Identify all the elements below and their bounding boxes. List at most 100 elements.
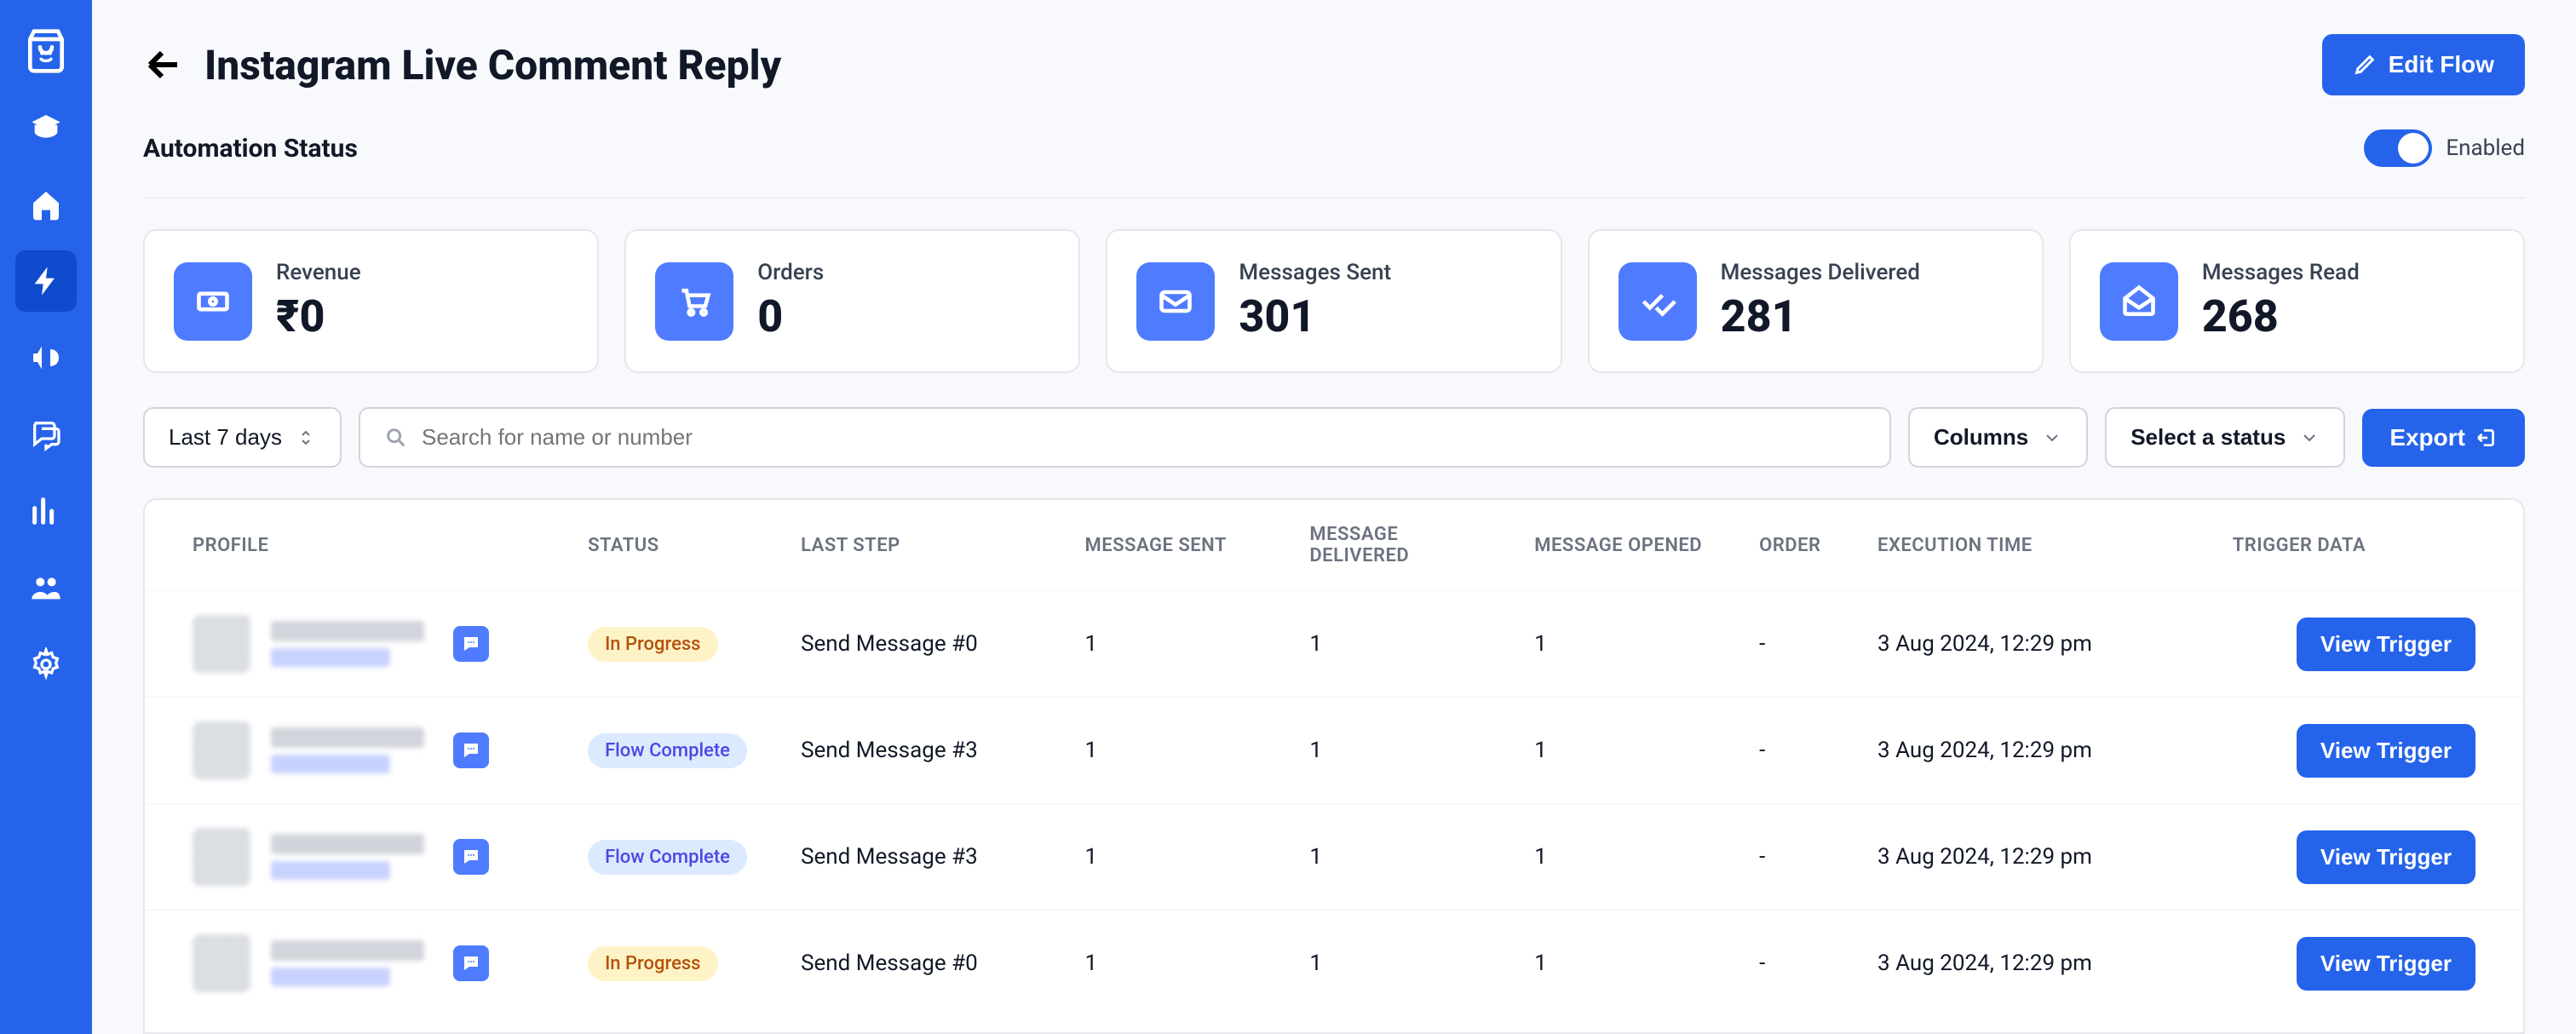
col-header-message-opened: Message Opened bbox=[1517, 500, 1742, 591]
stat-card-revenue: Revenue ₹0 bbox=[143, 229, 599, 373]
columns-selector[interactable]: Columns bbox=[1908, 407, 2088, 468]
execution-table: PROFILE STATUS Last Step Message Sent Me… bbox=[143, 498, 2525, 1034]
message-opened-value: 1 bbox=[1517, 698, 1742, 804]
view-trigger-button[interactable]: View Trigger bbox=[2297, 937, 2475, 991]
sidebar-item-education[interactable] bbox=[15, 97, 77, 158]
double-check-icon bbox=[1619, 262, 1697, 341]
status-badge: Flow Complete bbox=[588, 840, 747, 875]
col-header-last-step: Last Step bbox=[784, 500, 1067, 591]
edit-flow-button[interactable]: Edit Flow bbox=[2322, 34, 2525, 95]
export-icon bbox=[2475, 427, 2498, 449]
stat-label: Orders bbox=[757, 260, 824, 285]
last-step-value: Send Message #3 bbox=[784, 698, 1067, 804]
search-input[interactable] bbox=[422, 424, 1866, 451]
view-trigger-button[interactable]: View Trigger bbox=[2297, 618, 2475, 671]
megaphone-icon bbox=[29, 341, 63, 375]
status-selector[interactable]: Select a status bbox=[2105, 407, 2345, 468]
envelope-icon bbox=[1136, 262, 1215, 341]
sidebar-item-conversations[interactable] bbox=[15, 404, 77, 465]
automation-status-label: Automation Status bbox=[143, 134, 358, 164]
search-box[interactable] bbox=[359, 407, 1891, 468]
col-header-order: Order bbox=[1742, 500, 1860, 591]
cart-icon bbox=[655, 262, 733, 341]
automation-status-row: Automation Status Enabled bbox=[143, 129, 2525, 167]
chevron-down-icon bbox=[2042, 428, 2062, 448]
execution-time-value: 3 Aug 2024, 12:29 pm bbox=[1860, 804, 2216, 910]
stat-label: Revenue bbox=[276, 260, 361, 285]
profile-cell[interactable] bbox=[193, 828, 554, 886]
message-delivered-value: 1 bbox=[1292, 591, 1517, 698]
date-range-label: Last 7 days bbox=[169, 424, 282, 451]
col-header-trigger-data: Trigger Data bbox=[2216, 500, 2523, 591]
message-sent-value: 1 bbox=[1067, 804, 1292, 910]
stat-value: 281 bbox=[1721, 290, 1920, 342]
avatar bbox=[193, 615, 250, 673]
profile-cell[interactable] bbox=[193, 721, 554, 779]
chat-bubble-icon[interactable] bbox=[453, 839, 489, 875]
date-range-selector[interactable]: Last 7 days bbox=[143, 407, 342, 468]
lightning-icon bbox=[29, 264, 63, 298]
chat-bubble-icon[interactable] bbox=[453, 945, 489, 981]
status-badge: In Progress bbox=[588, 627, 717, 662]
message-sent-value: 1 bbox=[1067, 910, 1292, 1017]
message-opened-value: 1 bbox=[1517, 591, 1742, 698]
main-content: Instagram Live Comment Reply Edit Flow A… bbox=[92, 0, 2576, 1034]
last-step-value: Send Message #3 bbox=[784, 804, 1067, 910]
last-step-value: Send Message #0 bbox=[784, 910, 1067, 1017]
message-sent-value: 1 bbox=[1067, 698, 1292, 804]
stat-card-messages-delivered: Messages Delivered 281 bbox=[1588, 229, 2044, 373]
message-delivered-value: 1 bbox=[1292, 698, 1517, 804]
execution-time-value: 3 Aug 2024, 12:29 pm bbox=[1860, 910, 2216, 1017]
profile-name-redacted bbox=[271, 727, 424, 748]
chat-bubble-icon[interactable] bbox=[453, 626, 489, 662]
sidebar-item-campaigns[interactable] bbox=[15, 327, 77, 388]
gear-icon bbox=[29, 647, 63, 681]
sidebar-item-analytics[interactable] bbox=[15, 480, 77, 542]
sidebar bbox=[0, 0, 92, 1034]
back-button[interactable] bbox=[143, 44, 184, 85]
sidebar-item-settings[interactable] bbox=[15, 634, 77, 695]
avatar bbox=[193, 934, 250, 992]
profile-handle-redacted bbox=[271, 968, 390, 986]
status-badge: Flow Complete bbox=[588, 733, 747, 768]
filters-row: Last 7 days Columns Select a status Expo… bbox=[143, 407, 2525, 468]
stat-card-orders: Orders 0 bbox=[624, 229, 1080, 373]
stat-value: ₹0 bbox=[276, 290, 361, 342]
home-icon bbox=[29, 187, 63, 221]
profile-name-redacted bbox=[271, 621, 424, 641]
view-trigger-button[interactable]: View Trigger bbox=[2297, 724, 2475, 778]
execution-time-value: 3 Aug 2024, 12:29 pm bbox=[1860, 698, 2216, 804]
execution-time-value: 3 Aug 2024, 12:29 pm bbox=[1860, 591, 2216, 698]
chevron-down-icon bbox=[2299, 428, 2320, 448]
table-row: In Progress Send Message #0 1 1 1 - 3 Au… bbox=[145, 591, 2523, 698]
avatar bbox=[193, 721, 250, 779]
sidebar-logo[interactable] bbox=[15, 20, 77, 82]
automation-toggle[interactable] bbox=[2364, 129, 2432, 167]
sidebar-item-home[interactable] bbox=[15, 174, 77, 235]
status-filter-label: Select a status bbox=[2130, 424, 2286, 451]
order-value: - bbox=[1742, 591, 1860, 698]
profile-handle-redacted bbox=[271, 755, 390, 773]
message-opened-value: 1 bbox=[1517, 910, 1742, 1017]
export-label: Export bbox=[2389, 424, 2465, 451]
col-header-execution-time: Execution Time bbox=[1860, 500, 2216, 591]
message-delivered-value: 1 bbox=[1292, 804, 1517, 910]
message-delivered-value: 1 bbox=[1292, 910, 1517, 1017]
sidebar-item-automation[interactable] bbox=[15, 250, 77, 312]
sidebar-item-customers[interactable] bbox=[15, 557, 77, 618]
view-trigger-button[interactable]: View Trigger bbox=[2297, 830, 2475, 884]
pencil-icon bbox=[2353, 53, 2377, 77]
profile-cell[interactable] bbox=[193, 615, 554, 673]
status-badge: In Progress bbox=[588, 946, 717, 981]
edit-flow-label: Edit Flow bbox=[2389, 51, 2494, 78]
profile-name-redacted bbox=[271, 940, 424, 961]
export-button[interactable]: Export bbox=[2362, 409, 2525, 467]
envelope-open-icon bbox=[2100, 262, 2178, 341]
stat-value: 0 bbox=[757, 290, 824, 342]
message-sent-value: 1 bbox=[1067, 591, 1292, 698]
profile-cell[interactable] bbox=[193, 934, 554, 992]
stat-label: Messages Delivered bbox=[1721, 260, 1920, 285]
money-icon bbox=[174, 262, 252, 341]
chat-bubble-icon[interactable] bbox=[453, 732, 489, 768]
profile-handle-redacted bbox=[271, 861, 390, 880]
